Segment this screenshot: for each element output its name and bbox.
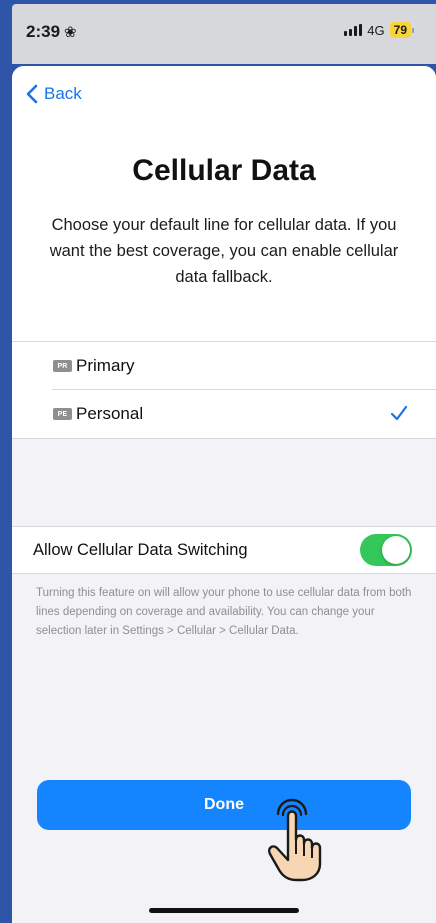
home-indicator[interactable] (149, 908, 299, 913)
done-button[interactable]: Done (37, 780, 411, 830)
data-switching-toggle[interactable] (360, 534, 412, 566)
data-switching-row: Allow Cellular Data Switching (12, 526, 436, 574)
line-option-primary[interactable]: PR Primary (12, 342, 436, 390)
checkmark-icon (390, 405, 408, 421)
data-switching-label: Allow Cellular Data Switching (33, 540, 248, 559)
status-time: 2:39 ❀ (26, 22, 77, 42)
pointing-hand-icon (268, 798, 322, 882)
sim-badge-icon: PE (53, 408, 72, 420)
page-description: Choose your default line for cellular da… (49, 216, 399, 286)
signal-icon (344, 24, 363, 36)
focus-icon: ❀ (64, 24, 77, 41)
line-label: Primary (76, 356, 135, 375)
back-button[interactable]: Back (26, 84, 82, 104)
data-switching-footnote: Turning this feature on will allow your … (36, 587, 412, 637)
line-option-personal[interactable]: PE Personal (12, 390, 436, 438)
status-indicators: 4G 79 (344, 22, 414, 38)
battery-icon: 79 (389, 22, 414, 38)
sheet-header: Back Cellular Data Choose your default l… (12, 66, 436, 341)
line-label: Personal (76, 404, 144, 423)
line-list: PR Primary PE Personal (12, 341, 436, 439)
back-label: Back (44, 84, 82, 103)
battery-level: 79 (389, 22, 411, 38)
cellular-data-sheet: Back Cellular Data Choose your default l… (12, 66, 436, 923)
sim-badge-icon: PR (53, 360, 72, 372)
page-title: Cellular Data (132, 154, 316, 187)
network-type: 4G (367, 22, 385, 38)
chevron-left-icon (26, 84, 38, 104)
toggle-knob (382, 536, 410, 564)
time-label: 2:39 (26, 22, 61, 41)
